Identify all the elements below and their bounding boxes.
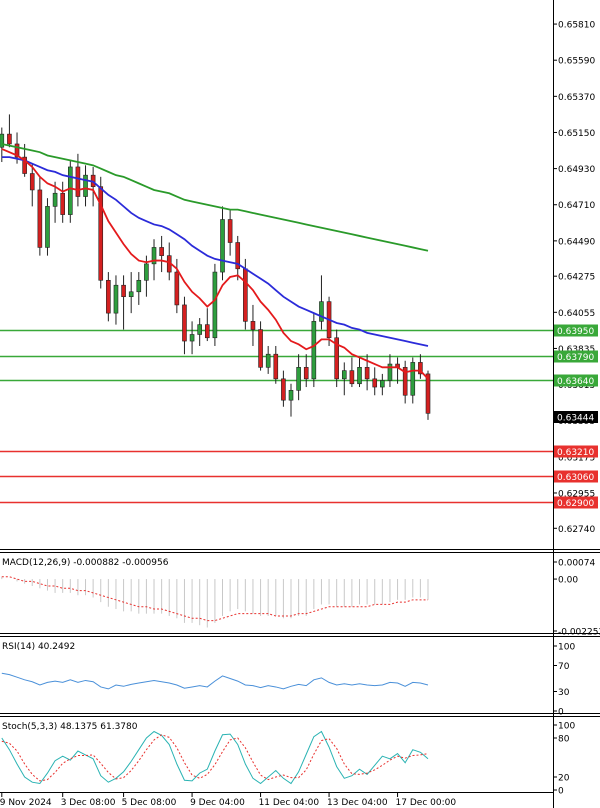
candle-bull <box>380 380 385 388</box>
time-tick-label: 13 Dec 04:00 <box>327 798 388 808</box>
candle-bull <box>189 334 195 342</box>
price-tick-label: 0.65150 <box>558 129 595 139</box>
candle-bear <box>75 166 81 197</box>
macd-label: MACD(12,26,9) -0.000882 -0.000956 <box>2 558 169 568</box>
candle-bear <box>182 304 187 342</box>
candle-bear <box>372 378 378 388</box>
candle-bear <box>227 219 233 243</box>
candle-bear <box>204 324 210 339</box>
rsi-label: RSI(14) 40.2492 <box>2 642 75 652</box>
candle-bull <box>113 284 119 314</box>
candle-bull <box>311 321 317 380</box>
candle-bear <box>29 173 35 191</box>
stoch-label: Stoch(5,3,3) 48.1375 61.3780 <box>2 722 138 732</box>
rsi-tick-label: 0 <box>558 708 564 718</box>
candle-bear <box>37 189 43 248</box>
stoch-tick-label: 0 <box>558 787 564 797</box>
level-tag-resistance: 0.63950 <box>557 327 594 337</box>
stoch-tick-label: 80 <box>558 735 570 745</box>
time-tick-label: 3 Dec 08:00 <box>61 798 116 808</box>
forex-chart: 0.65810 0.65590 0.65370 0.65150 0.64930 0.647… <box>0 0 600 808</box>
candle-bear <box>349 370 355 385</box>
last-price-marker: 0.63444 <box>554 411 598 424</box>
candle-bull <box>357 367 362 385</box>
candle-bull <box>410 362 416 396</box>
candle-bear <box>364 367 370 380</box>
candle-bear <box>60 192 65 215</box>
price-tick-label: 0.65810 <box>558 21 595 31</box>
candle-bull <box>128 291 134 298</box>
time-tick-label: 29 Nov 2024 <box>0 798 52 808</box>
level-tag-resistance: 0.63640 <box>557 377 594 387</box>
candle-bull <box>0 133 5 148</box>
candle-bull <box>136 279 142 293</box>
rsi-tick-label: 70 <box>558 662 570 672</box>
candle-bull <box>212 271 218 339</box>
candle-bear <box>174 271 180 306</box>
candle-bear <box>425 373 431 414</box>
last-price-tag: 0.63444 <box>557 414 594 424</box>
candle-bear <box>159 247 164 256</box>
price-tick-label: 0.62740 <box>558 525 595 535</box>
macd-tick-label: -0.002252 <box>558 628 600 638</box>
time-tick-label: 9 Dec 04:00 <box>190 798 245 808</box>
price-tick-label: 0.65590 <box>558 57 595 67</box>
candle-bull <box>319 301 324 322</box>
candle-bull <box>68 166 73 215</box>
candle-bull <box>265 353 271 368</box>
macd-tick-label: 0.00074 <box>558 559 595 569</box>
candle-bull <box>144 263 149 281</box>
candle-bear <box>7 133 12 145</box>
level-tag-support: 0.63210 <box>557 448 594 458</box>
candle-bull <box>296 367 301 391</box>
price-tick-label: 0.64490 <box>558 237 595 247</box>
price-tick-label: 0.64275 <box>558 273 595 283</box>
candle-bull <box>197 324 202 335</box>
candle-bull <box>52 192 58 207</box>
candle-bear <box>250 321 256 330</box>
stoch-tick-label: 100 <box>558 722 575 732</box>
level-tag-support: 0.63060 <box>557 473 594 483</box>
rsi-tick-label: 100 <box>558 643 575 653</box>
time-tick-label: 11 Dec 04:00 <box>259 798 320 808</box>
level-tag-resistance: 0.63790 <box>557 353 594 363</box>
price-tick-label: 0.64055 <box>558 309 595 319</box>
price-tick-label: 0.65370 <box>558 93 595 103</box>
price-tick-label: 0.64710 <box>558 201 595 211</box>
macd-tick-label: 0.00 <box>558 576 578 586</box>
candle-bull <box>83 174 88 197</box>
candle-bear <box>281 378 286 401</box>
time-tick-label: 5 Dec 08:00 <box>122 798 177 808</box>
rsi-tick-label: 30 <box>558 688 570 698</box>
level-tag-support: 0.62900 <box>557 499 594 509</box>
candle-bull <box>341 370 347 380</box>
candle-bear <box>243 268 248 322</box>
price-tick-label: 0.64930 <box>558 165 595 175</box>
candle-bull <box>220 219 225 273</box>
candle-bear <box>273 353 279 380</box>
stoch-tick-label: 20 <box>558 774 570 784</box>
candle-bear <box>258 329 263 368</box>
candle-bull <box>45 206 50 248</box>
candle-bear <box>121 284 126 298</box>
candle-bear <box>106 279 111 314</box>
candle-bull <box>288 390 294 401</box>
time-tick-label: 17 Dec 00:00 <box>396 798 457 808</box>
candle-bear <box>303 367 309 380</box>
